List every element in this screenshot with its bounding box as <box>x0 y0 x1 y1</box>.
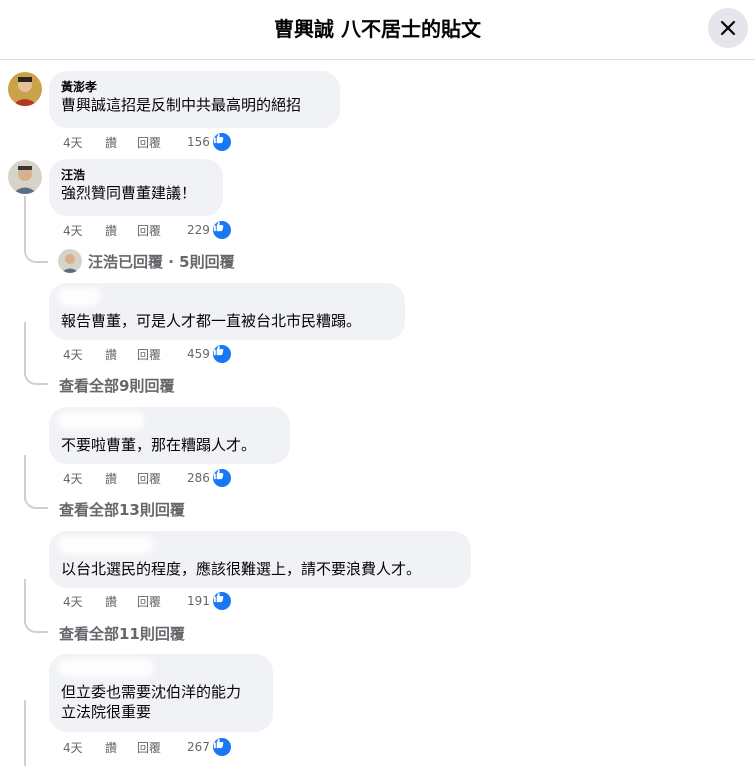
like-button[interactable]: 讚 <box>105 222 137 239</box>
like-count[interactable]: 229 <box>187 223 210 237</box>
reply-button[interactable]: 回覆 <box>137 593 185 610</box>
comment-bubble: 但立委也需要沈伯洋的能力 立法院很重要 <box>49 654 273 732</box>
comment-bubble: 不要啦曹董，那在糟蹋人才。 <box>49 407 290 464</box>
reply-button[interactable]: 回覆 <box>137 134 185 151</box>
comment-actions: 4天 讚 回覆 286 <box>63 469 231 487</box>
thumbs-up-icon <box>212 221 231 239</box>
comment-actions: 4天 讚 回覆 459 <box>63 345 231 363</box>
post-dialog-header: 曹興誠 八不居士的貼文 <box>0 0 755 60</box>
avatar[interactable] <box>8 160 42 194</box>
like-button[interactable]: 讚 <box>105 470 137 487</box>
comment-author[interactable]: 汪浩 <box>61 167 211 183</box>
thumbs-up-icon <box>212 469 231 487</box>
comment-actions: 4天 讚 回覆 156 <box>63 133 231 151</box>
redacted-author <box>61 415 141 427</box>
comment-time[interactable]: 4天 <box>63 346 105 363</box>
comment-time[interactable]: 4天 <box>63 593 105 610</box>
comment-time[interactable]: 4天 <box>63 222 105 239</box>
like-count[interactable]: 191 <box>187 594 210 608</box>
like-count[interactable]: 286 <box>187 471 210 485</box>
thread-line <box>24 579 26 624</box>
comment-bubble: 黃澎孝 曹興誠這招是反制中共最高明的絕招 <box>49 71 340 128</box>
comment-time[interactable]: 4天 <box>63 134 105 151</box>
like-button[interactable]: 讚 <box>105 593 137 610</box>
like-count[interactable]: 459 <box>187 347 210 361</box>
thread-connector <box>24 371 48 385</box>
comment-text: 強烈贊同曹董建議！ <box>61 184 197 202</box>
thread-line <box>24 455 26 500</box>
reply-button[interactable]: 回覆 <box>137 346 185 363</box>
like-button[interactable]: 讚 <box>105 739 137 756</box>
like-button[interactable]: 讚 <box>105 134 137 151</box>
replies-summary[interactable]: 汪浩已回覆 · 5則回覆 <box>58 249 235 273</box>
comment-author[interactable]: 黃澎孝 <box>61 79 328 95</box>
comment-text: 以台北選民的程度，應該很難選上，請不要浪費人才。 <box>61 560 422 578</box>
thumbs-up-icon <box>212 738 231 756</box>
comment-actions: 4天 讚 回覆 229 <box>63 221 231 239</box>
comment-text-line-1: 但立委也需要沈伯洋的能力 <box>61 683 242 701</box>
comment-bubble: 以台北選民的程度，應該很難選上，請不要浪費人才。 <box>49 531 471 588</box>
like-count[interactable]: 156 <box>187 135 210 149</box>
close-button[interactable] <box>708 8 748 48</box>
reply-button[interactable]: 回覆 <box>137 222 185 239</box>
comment-bubble: 報告曹董，可是人才都一直被台北市民糟蹋。 <box>49 283 405 340</box>
thread-connector <box>24 249 48 263</box>
thumbs-up-icon <box>212 133 231 151</box>
view-all-replies-link[interactable]: 查看全部9則回覆 <box>59 375 174 396</box>
comment-text: 不要啦曹董，那在糟蹋人才。 <box>61 436 257 454</box>
avatar-image <box>8 160 42 194</box>
thread-line <box>24 700 26 766</box>
like-button[interactable]: 讚 <box>105 346 137 363</box>
redacted-author <box>61 291 97 303</box>
comment-text: 報告曹董，可是人才都一直被台北市民糟蹋。 <box>61 312 362 330</box>
like-count[interactable]: 267 <box>187 740 210 754</box>
avatar-image <box>8 72 42 106</box>
avatar <box>58 249 82 273</box>
thread-connector <box>24 495 48 509</box>
redacted-author <box>61 662 151 674</box>
thread-line <box>24 196 26 251</box>
comment-time[interactable]: 4天 <box>63 470 105 487</box>
close-icon <box>720 20 736 36</box>
comment-actions: 4天 讚 回覆 191 <box>63 592 231 610</box>
reply-button[interactable]: 回覆 <box>137 470 185 487</box>
avatar[interactable] <box>8 72 42 106</box>
thumbs-up-icon <box>212 592 231 610</box>
thread-line <box>24 322 26 376</box>
comment-text-line-2: 立法院很重要 <box>61 703 152 721</box>
thread-connector <box>24 619 48 633</box>
reply-button[interactable]: 回覆 <box>137 739 185 756</box>
thumbs-up-icon <box>212 345 231 363</box>
comment-actions: 4天 讚 回覆 267 <box>63 738 231 756</box>
view-all-replies-link[interactable]: 查看全部11則回覆 <box>59 623 185 644</box>
post-title: 曹興誠 八不居士的貼文 <box>274 17 481 41</box>
comment-bubble: 汪浩 強烈贊同曹董建議！ <box>49 159 223 216</box>
comment-time[interactable]: 4天 <box>63 739 105 756</box>
redacted-author <box>61 539 151 551</box>
view-all-replies-link[interactable]: 查看全部13則回覆 <box>59 499 185 520</box>
replies-summary-text[interactable]: 汪浩已回覆 · 5則回覆 <box>88 251 235 272</box>
comment-text: 曹興誠這招是反制中共最高明的絕招 <box>61 96 302 114</box>
